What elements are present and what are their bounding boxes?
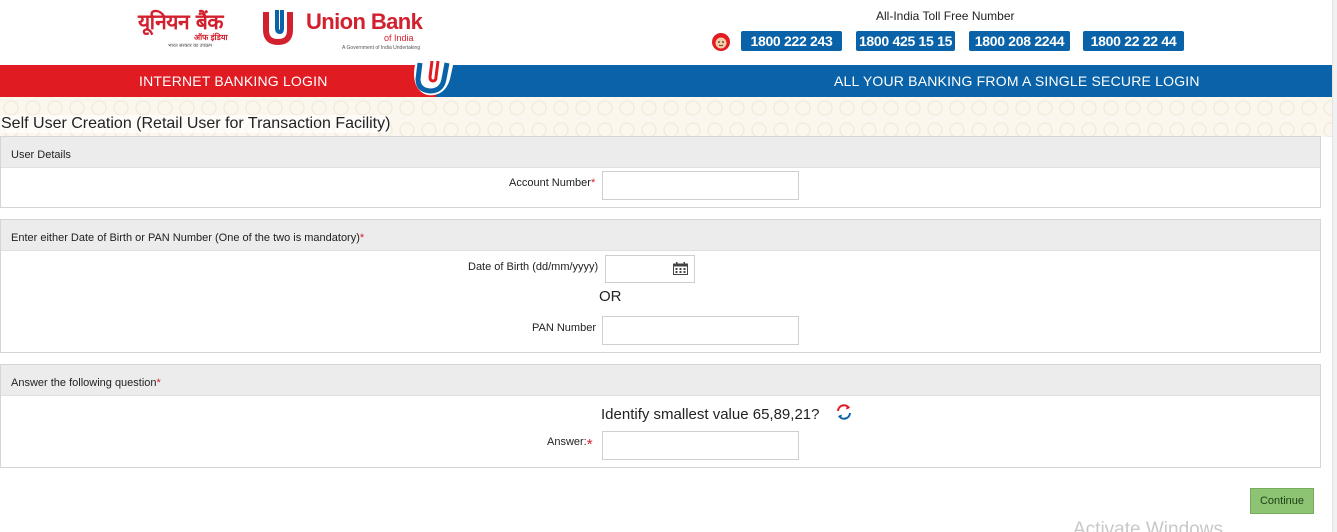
login-banner: INTERNET BANKING LOGIN ALL YOUR BANKING … <box>0 65 1332 97</box>
continue-button[interactable]: Continue <box>1250 488 1314 514</box>
toll-free-title: All-India Toll Free Number <box>876 9 1015 23</box>
helpline-face-icon <box>712 33 730 51</box>
required-marker: * <box>586 436 593 453</box>
user-details-heading: User Details <box>1 137 1320 168</box>
union-bank-logo-icon <box>263 10 293 46</box>
required-marker: * <box>590 177 596 189</box>
toll-free-number-4[interactable]: 1800 22 22 44 <box>1083 31 1184 51</box>
logo-tagline: A Government of India Undertaking <box>342 45 421 51</box>
logo-hindi-tagline: भारत सरकार का उपक्रम <box>168 43 213 49</box>
answer-input[interactable] <box>602 431 799 460</box>
account-number-label: Account Number* <box>509 177 596 189</box>
banner-right-text: ALL YOUR BANKING FROM A SINGLE SECURE LO… <box>834 73 1200 89</box>
required-marker: * <box>359 232 365 244</box>
logo-hindi-sub: ऑफ इंडिया <box>194 33 228 42</box>
page-scrollbar[interactable] <box>1332 0 1337 532</box>
banner-logo-icon <box>414 60 454 96</box>
activate-windows-watermark: Activate Windows <box>1073 519 1223 532</box>
account-number-input[interactable] <box>602 171 799 200</box>
or-separator: OR <box>599 288 622 305</box>
captcha-question: Identify smallest value 65,89,21? <box>601 406 820 423</box>
logo-name: Union Bank <box>306 9 423 34</box>
toll-free-number-2[interactable]: 1800 425 15 15 <box>856 31 955 51</box>
bank-logo[interactable]: यूनियन बैंक ऑफ इंडिया भारत सरकार का उपक्… <box>138 6 423 56</box>
banner-left-text: INTERNET BANKING LOGIN <box>139 73 328 89</box>
answer-label: Answer:* <box>547 436 593 453</box>
calendar-icon[interactable] <box>673 262 688 275</box>
dob-label: Date of Birth (dd/mm/yyyy) <box>468 261 599 273</box>
refresh-icon[interactable] <box>835 403 853 421</box>
dob-pan-heading: Enter either Date of Birth or PAN Number… <box>1 220 1320 251</box>
question-heading: Answer the following question* <box>1 365 1320 396</box>
logo-sub: of India <box>384 33 414 43</box>
pan-input[interactable] <box>602 316 799 345</box>
page-title: Self User Creation (Retail User for Tran… <box>1 115 391 133</box>
toll-free-number-1[interactable]: 1800 222 243 <box>741 31 842 51</box>
header: यूनियन बैंक ऑफ इंडिया भारत सरकार का उपक्… <box>0 0 1332 65</box>
toll-free-number-3[interactable]: 1800 208 2244 <box>969 31 1070 51</box>
pan-label: PAN Number <box>532 322 596 334</box>
page: यूनियन बैंक ऑफ इंडिया भारत सरकार का उपक्… <box>0 0 1337 532</box>
required-marker: * <box>156 377 161 389</box>
